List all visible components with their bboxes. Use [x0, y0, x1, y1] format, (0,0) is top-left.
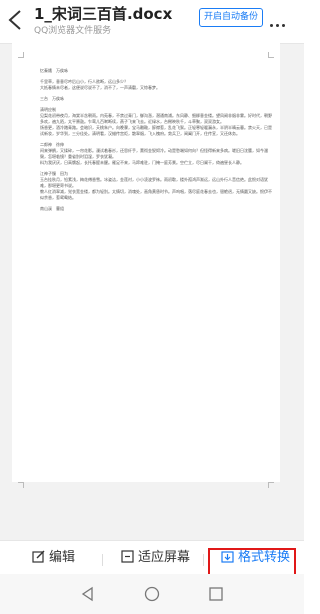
edit-label: 编辑 — [49, 550, 76, 565]
toolbar-divider — [203, 554, 204, 566]
text-line: 南山溪 曹组 — [40, 206, 64, 211]
text-line: 玉台挂秋月，铅素浅，梅花傅香雪。冰姿洁，金莲衬，小小凌波罗袜。雨初歇，楼外孤鸿声… — [40, 177, 268, 188]
text-line: 教人红消翠减，觉衣宽金缕，都为轻别。太情切，消魂处，画角黄昏时节。声呜咽，落尽庭… — [40, 189, 272, 200]
edit-icon — [32, 550, 45, 563]
file-title: 1_宋词三百首.docx — [34, 5, 173, 23]
page-corner-mark — [18, 482, 24, 488]
text-line: 大抵春情未尽者，这便说尽说不了，消不了，一声清磬，又惊春梦。 — [40, 85, 160, 90]
text-block: 三台 万俟咏 — [40, 96, 274, 102]
file-subtitle: QQ浏览器文件服务 — [34, 26, 112, 36]
back-arrow-icon[interactable] — [6, 9, 26, 31]
text-line: 忆秦娥 万俟咏 — [40, 68, 68, 73]
text-block: 千里草，垂垂尽吟后山小，行人欲断，远山多少？ 大抵春情未尽者，这便说尽说不了，消不… — [40, 79, 274, 91]
text-line: 饧香更，酒冷踏青路。会暗识，夭桃朱户。向晚骤，宝马雕鞍，醉襟惹，乱花飞絮。正轻寒… — [40, 125, 272, 136]
toolbar-divider — [102, 554, 103, 566]
text-block: 清明应制 见梨花初带夜月，海棠半含朝雨。内苑春，不禁过青门，御沟涨，潜通南浦。东风… — [40, 107, 274, 137]
text-line: 见梨花初带夜月，海棠半含朝雨。内苑春，不禁过青门，御沟涨，潜通南浦。东风静、细柳… — [40, 113, 272, 124]
fit-screen-icon — [121, 550, 134, 563]
page-corner-mark — [268, 52, 274, 58]
text-block: 忆秦娥 万俟咏 — [40, 68, 274, 74]
more-options-icon[interactable] — [270, 12, 292, 27]
text-line: 三台 万俟咏 — [40, 96, 64, 101]
text-block: 南山溪 曹组 — [40, 206, 274, 212]
document-text: 忆秦娥 万俟咏千里草，垂垂尽吟后山小，行人欲断，远山多少？ 大抵春情未尽者，这便说… — [40, 68, 274, 217]
text-line: 料为我厌厌，日高慵起，长托春酲未醒。雁足不来，马蹄难驻，门掩一庭芳景。空伫立，尽… — [40, 160, 244, 165]
nav-home-icon[interactable] — [144, 586, 160, 602]
top-bar: 1_宋词三百首.docx QQ浏览器文件服务 开启自动备份 — [0, 0, 304, 44]
fit-screen-label: 适应屏幕 — [138, 550, 191, 565]
nav-recent-icon[interactable] — [208, 586, 224, 602]
text-block: 二郎神 徐伸 闷来弹鹊，又揉碎，一帘花影。漫试着春衫，还思纤手，薰彻金猊烬冷。动是… — [40, 142, 274, 166]
system-nav-bar — [0, 574, 304, 614]
edit-button[interactable]: 编辑 — [32, 549, 75, 567]
page-corner-mark — [18, 52, 24, 58]
auto-backup-button[interactable]: 开启自动备份 — [199, 8, 264, 27]
text-block: 江神子慢 田为 玉台挂秋月，铅素浅，梅花傅香雪。冰姿洁，金莲衬，小小凌波罗袜。雨初… — [40, 171, 274, 201]
page-corner-mark — [268, 482, 274, 488]
text-line: 闷来弹鹊，又揉碎，一帘花影。漫试着春衫，还思纤手，薰彻金猊烬冷。动是愁端如何向？… — [40, 148, 268, 159]
nav-back-icon[interactable] — [80, 586, 96, 602]
highlight-box — [208, 548, 296, 576]
title-block: 1_宋词三百首.docx QQ浏览器文件服务 — [34, 4, 214, 38]
fit-screen-button[interactable]: 适应屏幕 — [121, 549, 190, 567]
